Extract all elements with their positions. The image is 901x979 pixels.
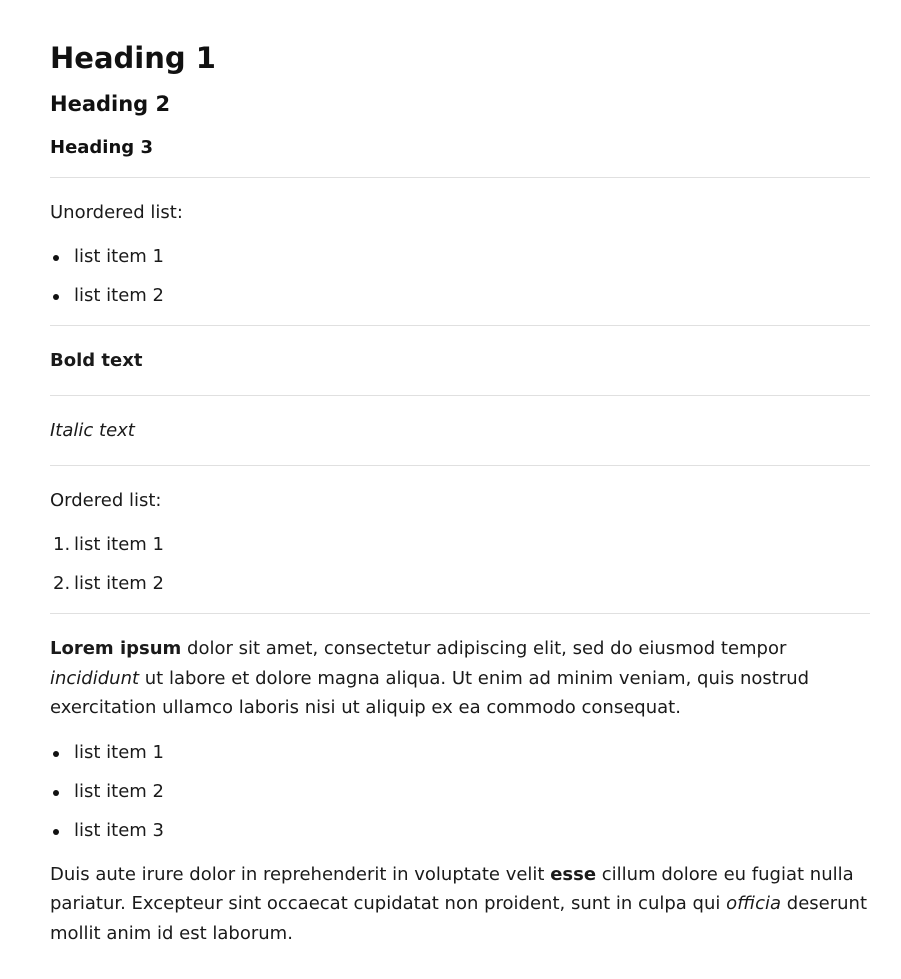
heading-3: Heading 3: [50, 137, 153, 158]
text-span: dolor sit amet, consectetur adipiscing e…: [181, 638, 787, 659]
bold-span: esse: [550, 863, 597, 885]
paragraph-duis: Duis aute irure dolor in reprehenderit i…: [50, 860, 870, 949]
heading-2: Heading 2: [50, 92, 171, 116]
list-item: list item 1: [50, 242, 870, 271]
list-item: list item 2: [50, 281, 870, 310]
list-item: 1. list item 1: [50, 530, 870, 559]
bullet-icon: [53, 750, 59, 757]
unordered-list: list item 1 list item 2: [50, 242, 870, 310]
bullet-icon: [53, 255, 59, 261]
text-span: Duis aute irure dolor in reprehenderit i…: [50, 863, 551, 885]
bullet-icon: [53, 294, 59, 300]
bold-span: Lorem ipsum: [50, 638, 182, 659]
bullet-list: list item 1 list item 2 list item 3: [50, 738, 870, 845]
list-item: list item 1: [50, 738, 870, 767]
list-number: 2.: [53, 573, 71, 594]
list-number: 1.: [53, 534, 71, 555]
unordered-list-label: Unordered list:: [50, 202, 183, 223]
divider: [50, 613, 870, 614]
ordered-list-label: Ordered list:: [50, 490, 162, 511]
divider: [50, 325, 870, 326]
divider: [50, 395, 870, 396]
bold-text: Bold text: [50, 350, 143, 371]
list-item: list item 2: [50, 777, 870, 806]
heading-1: Heading 1: [50, 41, 216, 75]
italic-span: incididunt: [50, 667, 140, 689]
list-item: 2. list item 2: [50, 569, 870, 598]
bullet-icon: [53, 828, 59, 835]
divider: [50, 465, 870, 466]
document-content: Heading 1 Heading 2 Heading 3 Unordered …: [50, 0, 870, 948]
list-item: list item 3: [50, 816, 870, 845]
bullet-icon: [53, 789, 59, 796]
ordered-list: 1. list item 1 2. list item 2: [50, 530, 870, 598]
text-span: ut labore et dolore magna aliqua. Ut eni…: [50, 667, 810, 719]
italic-text: Italic text: [50, 420, 135, 441]
paragraph-lorem: Lorem ipsum dolor sit amet, consectetur …: [50, 634, 870, 723]
divider: [50, 177, 870, 178]
italic-span: officia: [726, 893, 782, 914]
